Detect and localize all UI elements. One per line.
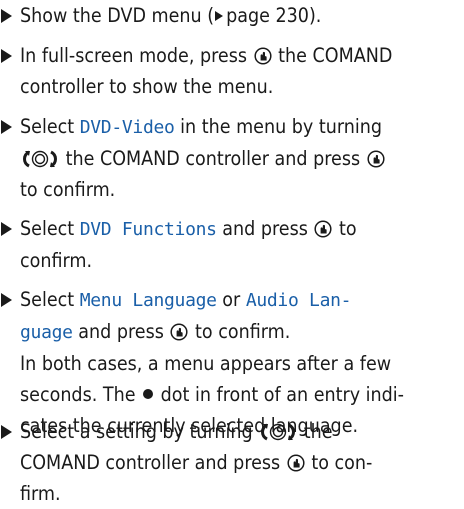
step-show-dvd-menu: Show the DVD menu ( page 230).: [0, 0, 450, 31]
step-text: or: [222, 288, 241, 311]
triangle-bullet-icon: [1, 120, 12, 134]
step-text: dot in front of an entry indi-: [160, 383, 404, 406]
menu-item-dvd-functions: DVD Functions: [79, 219, 217, 240]
step-text: COMAND controller and press: [20, 451, 281, 474]
step-text: firm.: [20, 482, 61, 505]
step-text: and press: [222, 217, 308, 240]
controller-press-icon: [286, 453, 306, 473]
triangle-bullet-icon: [1, 222, 12, 236]
instruction-list: Show the DVD menu ( page 230). In full-sc…: [0, 0, 464, 505]
step-text: In full-screen mode, press: [20, 44, 247, 67]
step-text: Select: [20, 115, 75, 138]
menu-item-menu-language: Menu Language: [79, 290, 217, 311]
step-text: In both cases, a menu appears after a fe…: [20, 352, 392, 375]
menu-item-dvd-video: DVD-Video: [79, 117, 175, 138]
step-text: Select: [20, 288, 75, 311]
controller-press-icon: [366, 149, 386, 169]
menu-item-audio-language-cont: guage: [20, 322, 73, 343]
triangle-bullet-icon: [1, 293, 12, 307]
triangle-bullet-icon: [1, 49, 12, 63]
page-reference-text: page 230).: [226, 4, 322, 27]
step-text: Select a setting by turning: [20, 420, 253, 443]
selected-dot-icon: [143, 389, 154, 399]
controller-press-icon: [169, 322, 189, 342]
step-text: in the menu by turning: [180, 115, 382, 138]
step-text: Show the DVD menu (: [20, 4, 215, 27]
step-text: the: [303, 420, 333, 443]
step-text: to: [339, 217, 357, 240]
step-text: to confirm.: [195, 320, 291, 343]
controller-turn-icon: [258, 422, 298, 442]
controller-press-icon: [313, 219, 333, 239]
step-text: controller to show the menu.: [20, 75, 274, 98]
step-text: seconds. The: [20, 383, 136, 406]
step-select-dvd-video: Select DVD-Video in the menu by turning …: [0, 111, 450, 205]
step-text: the COMAND: [278, 44, 393, 67]
step-text: confirm.: [20, 249, 93, 272]
triangle-bullet-icon: [1, 9, 12, 23]
page-reference-triangle-icon: [215, 11, 224, 21]
step-text: to confirm.: [20, 178, 116, 201]
step-press-controller: In full-screen mode, press the COMAND co…: [0, 40, 450, 102]
step-text: Select: [20, 217, 75, 240]
step-text: to con-: [311, 451, 373, 474]
step-text: and press: [78, 320, 164, 343]
step-text: the COMAND controller and press: [65, 147, 361, 170]
controller-press-icon: [253, 46, 273, 66]
menu-item-audio-language: Audio Lan-: [245, 290, 352, 311]
step-select-setting: Select a setting by turning the COMAND c…: [0, 416, 450, 509]
controller-turn-icon: [20, 149, 60, 169]
step-select-dvd-functions: Select DVD Functions and press to confir…: [0, 213, 450, 276]
triangle-bullet-icon: [1, 425, 12, 439]
